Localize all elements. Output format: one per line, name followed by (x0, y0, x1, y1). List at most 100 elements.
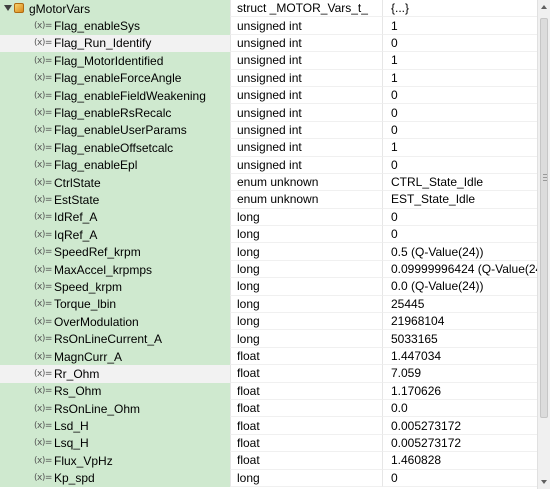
value-cell[interactable]: 21968104 (382, 313, 537, 331)
collapse-arrow-icon[interactable] (4, 5, 12, 11)
name-cell[interactable]: (x)= OverModulation (0, 313, 230, 331)
name-cell[interactable]: (x)= MaxAccel_krpmps (0, 260, 230, 279)
name-cell[interactable]: gMotorVars (0, 0, 230, 18)
name-cell[interactable]: (x)= Rr_Ohm (0, 365, 230, 383)
value-cell[interactable]: 1.447034 (382, 347, 537, 366)
value-cell[interactable]: 1 (382, 52, 537, 70)
value-cell[interactable]: 0.005273172 (382, 434, 537, 453)
tree-row[interactable]: (x)= Flag_enableFieldWeakening unsigned in… (0, 86, 537, 105)
name-cell[interactable]: (x)= CtrlState (0, 173, 230, 192)
name-cell[interactable]: (x)= Flag_enableUserParams (0, 121, 230, 140)
tree-row[interactable]: (x)= Speed_krpm long 0.0 (Q-Value(24)) (0, 278, 537, 296)
name-cell[interactable]: (x)= Flag_enableFieldWeakening (0, 86, 230, 105)
name-cell[interactable]: (x)= Kp_spd (0, 469, 230, 487)
type-cell: unsigned int (230, 121, 382, 140)
value-cell[interactable]: 0 (382, 469, 537, 487)
name-cell[interactable]: (x)= Lsq_H (0, 434, 230, 453)
value-cell[interactable]: 1 (382, 69, 537, 87)
name-cell[interactable]: (x)= IqRef_A (0, 226, 230, 244)
value-cell[interactable]: 0.0 (Q-Value(24)) (382, 278, 537, 296)
variable-icon: (x)= (34, 21, 52, 32)
name-cell[interactable]: (x)= Flag_MotorIdentified (0, 52, 230, 70)
variable-name: Speed_krpm (54, 279, 123, 294)
tree-row[interactable]: (x)= RsOnLine_Ohm float 0.0 (0, 399, 537, 418)
tree-row[interactable]: (x)= Flag_enableEpl unsigned int 0 (0, 156, 537, 174)
value-cell[interactable]: 1.460828 (382, 452, 537, 470)
variable-name: Flag_enableEpl (54, 158, 138, 173)
value-cell[interactable]: 0 (382, 156, 537, 174)
variable-name: gMotorVars (29, 1, 91, 16)
value-cell[interactable]: CTRL_State_Idle (382, 173, 537, 192)
variable-icon: (x)= (34, 55, 52, 66)
name-cell[interactable]: (x)= Flag_Run_Identify (0, 34, 230, 53)
tree-row[interactable]: (x)= Flag_Run_Identify unsigned int 0 (0, 34, 537, 53)
value-cell[interactable]: 5033165 (382, 330, 537, 348)
tree-row[interactable]: (x)= Rr_Ohm float 7.059 (0, 365, 537, 383)
name-cell[interactable]: (x)= Flag_enableSys (0, 17, 230, 35)
tree-row[interactable]: (x)= Flux_VpHz float 1.460828 (0, 452, 537, 470)
value-cell[interactable]: 7.059 (382, 365, 537, 383)
name-cell[interactable]: (x)= Speed_krpm (0, 278, 230, 296)
name-cell[interactable]: (x)= Flag_enableOffsetcalc (0, 139, 230, 157)
tree-row[interactable]: (x)= IqRef_A long 0 (0, 226, 537, 244)
tree-row[interactable]: (x)= RsOnLineCurrent_A long 5033165 (0, 330, 537, 348)
variable-icon: (x)= (34, 299, 52, 310)
variable-icon: (x)= (34, 194, 52, 205)
tree-row[interactable]: (x)= Torque_lbin long 25445 (0, 295, 537, 314)
tree-row[interactable]: (x)= Flag_MotorIdentified unsigned int 1 (0, 52, 537, 70)
name-cell[interactable]: (x)= Lsd_H (0, 417, 230, 435)
value-cell[interactable]: {...} (382, 0, 537, 18)
tree-row[interactable]: (x)= MagnCurr_A float 1.447034 (0, 347, 537, 366)
name-cell[interactable]: (x)= RsOnLineCurrent_A (0, 330, 230, 348)
name-cell[interactable]: (x)= IdRef_A (0, 208, 230, 227)
variable-name: Torque_lbin (54, 297, 117, 312)
value-cell[interactable]: 0 (382, 226, 537, 244)
tree-row[interactable]: (x)= Flag_enableSys unsigned int 1 (0, 17, 537, 35)
tree-row[interactable]: (x)= Flag_enableRsRecalc unsigned int 0 (0, 104, 537, 122)
value-cell[interactable]: 1 (382, 17, 537, 35)
value-cell[interactable]: 0.0 (382, 399, 537, 418)
value-cell[interactable]: 1.170626 (382, 382, 537, 400)
name-cell[interactable]: (x)= Torque_lbin (0, 295, 230, 314)
name-cell[interactable]: (x)= SpeedRef_krpm (0, 243, 230, 261)
tree-row[interactable]: (x)= CtrlState enum unknown CTRL_State_Idle (0, 173, 537, 192)
name-cell[interactable]: (x)= Flag_enableRsRecalc (0, 104, 230, 122)
tree-row[interactable]: (x)= IdRef_A long 0 (0, 208, 537, 227)
tree-row[interactable]: (x)= MaxAccel_krpmps long 0.09999996424 (Q-… (0, 260, 537, 279)
tree-row[interactable]: (x)= Rs_Ohm float 1.170626 (0, 382, 537, 400)
scrollbar-thumb[interactable] (540, 18, 548, 418)
value-cell[interactable]: 0.09999996424 (Q-Value(24)) (382, 260, 537, 279)
type-cell: long (230, 260, 382, 279)
name-cell[interactable]: (x)= MagnCurr_A (0, 347, 230, 366)
name-cell[interactable]: (x)= Rs_Ohm (0, 382, 230, 400)
scroll-down-arrow-icon[interactable] (541, 480, 547, 484)
vertical-scrollbar[interactable] (537, 0, 550, 489)
tree-row[interactable]: (x)= Lsd_H float 0.005273172 (0, 417, 537, 435)
name-cell[interactable]: (x)= Flux_VpHz (0, 452, 230, 470)
name-cell[interactable]: (x)= EstState (0, 191, 230, 209)
tree-row[interactable]: (x)= SpeedRef_krpm long 0.5 (Q-Value(24)) (0, 243, 537, 261)
tree-row[interactable]: (x)= Kp_spd long 0 (0, 469, 537, 487)
tree-row-root[interactable]: gMotorVars struct _MOTOR_Vars_t_ {...} (0, 0, 537, 18)
scroll-up-arrow-icon[interactable] (541, 5, 547, 9)
tree-row[interactable]: (x)= Flag_enableForceAngle unsigned int 1 (0, 69, 537, 87)
variable-icon: (x)= (34, 351, 52, 362)
name-cell[interactable]: (x)= Flag_enableEpl (0, 156, 230, 174)
value-cell[interactable]: 0 (382, 104, 537, 122)
value-cell[interactable]: EST_State_Idle (382, 191, 537, 209)
value-cell[interactable]: 0 (382, 208, 537, 227)
value-cell[interactable]: 0 (382, 34, 537, 53)
value-cell[interactable]: 1 (382, 139, 537, 157)
tree-row[interactable]: (x)= Lsq_H float 0.005273172 (0, 434, 537, 453)
tree-row[interactable]: (x)= Flag_enableOffsetcalc unsigned int 1 (0, 139, 537, 157)
name-cell[interactable]: (x)= Flag_enableForceAngle (0, 69, 230, 87)
value-cell[interactable]: 0 (382, 121, 537, 140)
value-cell[interactable]: 0.5 (Q-Value(24)) (382, 243, 537, 261)
tree-row[interactable]: (x)= Flag_enableUserParams unsigned int 0 (0, 121, 537, 140)
tree-row[interactable]: (x)= EstState enum unknown EST_State_Idle (0, 191, 537, 209)
name-cell[interactable]: (x)= RsOnLine_Ohm (0, 399, 230, 418)
value-cell[interactable]: 25445 (382, 295, 537, 314)
tree-row[interactable]: (x)= OverModulation long 21968104 (0, 313, 537, 331)
value-cell[interactable]: 0.005273172 (382, 417, 537, 435)
value-cell[interactable]: 0 (382, 86, 537, 105)
